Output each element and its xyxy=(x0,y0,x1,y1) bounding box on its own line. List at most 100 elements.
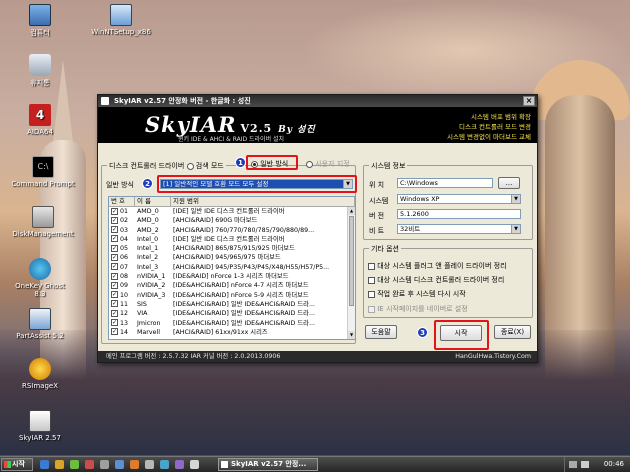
desktop-icon-disk-management[interactable]: DiskManagement xyxy=(9,206,77,238)
close-icon[interactable]: × xyxy=(523,96,535,106)
table-row[interactable]: ✓ 02 AMD_0 [AHCI&RAID] 690G 마더보드 xyxy=(109,216,355,225)
table-scrollbar[interactable]: ▲ ▼ xyxy=(347,207,355,339)
quick-launch-icon[interactable] xyxy=(85,460,94,469)
desktop-icon-recycle-bin[interactable]: 휴지통 xyxy=(9,54,71,88)
row-description: [AHCI&RAID] 945/965/975 마더보드 xyxy=(173,254,281,262)
table-row[interactable]: ✓ 06 Intel_2 [AHCI&RAID] 945/965/975 마더보드 xyxy=(109,253,355,262)
checkbox[interactable]: ✓ xyxy=(111,272,118,280)
chevron-down-icon[interactable]: ▼ xyxy=(511,195,520,203)
checkbox[interactable]: ✓ xyxy=(111,226,118,234)
skyiar-icon xyxy=(221,461,228,468)
system-select[interactable]: Windows XP ▼ xyxy=(397,194,521,204)
checkbox[interactable]: ✓ xyxy=(111,309,118,317)
quick-launch-icon[interactable] xyxy=(145,460,154,469)
checkbox[interactable]: ✓ xyxy=(111,216,118,224)
row-number-text: 14 xyxy=(120,328,129,336)
window-titlebar[interactable]: SkyIAR v2.57 안정화 버전 - 한글화 : 성진 × xyxy=(98,95,537,107)
desktop-icon-computer[interactable]: 컴퓨터 xyxy=(9,4,71,38)
table-row[interactable]: ✓ 07 Intel_3 [AHCI&RAID] 945/P35/P43/P45/X… xyxy=(109,263,355,272)
option-ie-homepage[interactable]: IE 시작페이지를 네이버로 설정 xyxy=(368,304,468,314)
table-row[interactable]: ✓ 05 Intel_1 [AHCI&RAID] 865/875/915/925 마… xyxy=(109,244,355,253)
col-number[interactable]: 번 호 xyxy=(109,197,135,206)
checkbox[interactable] xyxy=(368,305,375,313)
exit-button[interactable]: 종료(X) xyxy=(494,325,531,339)
desktop-icon-label: SkyIAR 2.57 xyxy=(19,434,61,442)
aida64-icon: 4 xyxy=(29,104,51,126)
quick-launch-icon[interactable] xyxy=(115,460,124,469)
table-row[interactable]: ✓ 04 Intel_0 [IDE] 일반 IDE 디스크 컨트롤러 드라이버 xyxy=(109,235,355,244)
col-range[interactable]: 지원 범위 xyxy=(171,197,355,206)
banner-feature: 디스크 컨트롤러 모드 변경 xyxy=(459,123,531,131)
start-button-taskbar[interactable]: 시작 xyxy=(1,458,33,471)
option-pnp-cleanup[interactable]: 대상 시스템 플러그 앤 플레이 드라이버 정리 xyxy=(368,261,507,271)
desktop-icon-label: OneKey Ghost 8.3 xyxy=(15,282,65,298)
network-icon[interactable] xyxy=(569,461,577,468)
quick-launch-icon[interactable] xyxy=(160,460,169,469)
table-row[interactable]: ✓ 11 SIS [IDE&AHCI&RAID] 일반 IDE&AHCI&RAID … xyxy=(109,300,355,309)
quick-launch-icon[interactable] xyxy=(70,460,79,469)
quick-launch-icon[interactable] xyxy=(55,460,64,469)
checkbox[interactable]: ✓ xyxy=(111,263,118,271)
bits-select[interactable]: 32비트 ▼ xyxy=(397,224,521,234)
quick-launch-icon[interactable] xyxy=(130,460,139,469)
search-mode-radio[interactable] xyxy=(186,162,194,170)
table-row[interactable]: ✓ 09 nVIDIA_2 [IDE&AHCI&RAID] nForce 4-7 시… xyxy=(109,281,355,290)
desktop-icon-skyiar[interactable]: SkyIAR 2.57 xyxy=(9,410,71,442)
checkbox[interactable]: ✓ xyxy=(111,328,118,336)
user-mode-option[interactable]: 사용자 지정 xyxy=(306,159,350,169)
row-name: nVIDIA_1 xyxy=(137,273,166,281)
row-number-text: 13 xyxy=(120,319,129,327)
quick-launch-icon[interactable] xyxy=(100,460,109,469)
scroll-up-icon[interactable]: ▲ xyxy=(348,207,355,215)
table-row[interactable]: ✓ 03 AMD_2 [AHCI&RAID] 760/770/780/785/790… xyxy=(109,226,355,235)
option-disk-driver-cleanup[interactable]: 대상 시스템 디스크 컨트롤러 드라이버 정리 xyxy=(368,275,504,285)
checkbox[interactable]: ✓ xyxy=(111,281,118,289)
checkbox[interactable] xyxy=(368,276,375,284)
desktop-icon-partassist[interactable]: PartAssist 5.2 xyxy=(9,308,71,340)
quick-launch-icon[interactable] xyxy=(40,460,49,469)
table-row[interactable]: ✓ 01 AMD_0 [IDE] 일반 IDE 디스크 컨트롤러 드라이버 xyxy=(109,207,355,216)
col-name[interactable]: 이 름 xyxy=(135,197,171,206)
desktop-icon-aida64[interactable]: 4 AIDA64 xyxy=(9,104,71,136)
table-row[interactable]: ✓ 12 VIA [IDE&AHCI&RAID] 일반 IDE&AHCI&RAID … xyxy=(109,309,355,318)
setup-icon xyxy=(110,4,132,26)
quick-launch-icon[interactable] xyxy=(190,460,199,469)
status-site-link[interactable]: HanGulHwa.Tistory.Com xyxy=(455,351,531,362)
checkbox[interactable]: ✓ xyxy=(111,291,118,299)
option-restart[interactable]: 작업 완료 후 시스템 다시 시작 xyxy=(368,289,466,299)
help-button[interactable]: 도움말 xyxy=(365,325,397,339)
table-row[interactable]: ✓ 14 Marvell [AHCI&RAID] 61xx/91xx 시리즈 xyxy=(109,328,355,337)
version-field[interactable]: 5.1.2600 xyxy=(397,209,521,219)
location-field[interactable]: C:\Windows xyxy=(397,178,493,188)
volume-icon[interactable] xyxy=(581,461,589,468)
checkbox[interactable]: ✓ xyxy=(111,253,118,261)
checkbox[interactable]: ✓ xyxy=(111,235,118,243)
desktop-icon-winntsetup[interactable]: WinNTSetup_x86 xyxy=(86,4,156,36)
desktop-icon-command-prompt[interactable]: C:\ Command Prompt xyxy=(9,156,77,188)
quick-launch-icon[interactable] xyxy=(175,460,184,469)
option-label: 작업 완료 후 시스템 다시 시작 xyxy=(377,290,466,298)
table-row[interactable]: ✓ 10 nVIDIA_3 [IDE&AHCI&RAID] nForce 5-9 시… xyxy=(109,291,355,300)
highlight-box-general-mode xyxy=(246,155,298,170)
chevron-down-icon[interactable]: ▼ xyxy=(511,225,520,233)
checkbox[interactable] xyxy=(368,290,375,298)
desktop-icon-onekey-ghost[interactable]: OneKey Ghost 8.3 xyxy=(9,258,71,298)
checkbox[interactable]: ✓ xyxy=(111,319,118,327)
table-row[interactable]: ✓ 08 nVIDIA_1 [IDE&RAID] nForce 1-3 시리즈 마더… xyxy=(109,272,355,281)
browse-button[interactable]: ... xyxy=(498,177,520,189)
clock[interactable]: 00:46 xyxy=(604,460,624,468)
checkbox[interactable] xyxy=(368,262,375,270)
taskbar-task-skyiar[interactable]: SkyIAR v2.57 안정... xyxy=(218,458,318,471)
checkbox[interactable]: ✓ xyxy=(111,244,118,252)
checkbox[interactable]: ✓ xyxy=(111,207,118,215)
checkbox[interactable]: ✓ xyxy=(111,300,118,308)
table-row[interactable]: ✓ 13 Jmicron [IDE&AHCI&RAID] 일반 IDE&AHCI&R… xyxy=(109,319,355,328)
desktop-icon-rsimagex[interactable]: RSImageX xyxy=(9,358,71,390)
scroll-thumb[interactable] xyxy=(349,216,354,306)
row-name: Intel_0 xyxy=(137,235,159,243)
app-icon xyxy=(101,97,109,105)
scroll-down-icon[interactable]: ▼ xyxy=(348,331,355,339)
row-name: AMD_0 xyxy=(137,217,159,225)
row-number-text: 06 xyxy=(120,254,129,262)
user-mode-radio[interactable] xyxy=(306,160,313,168)
